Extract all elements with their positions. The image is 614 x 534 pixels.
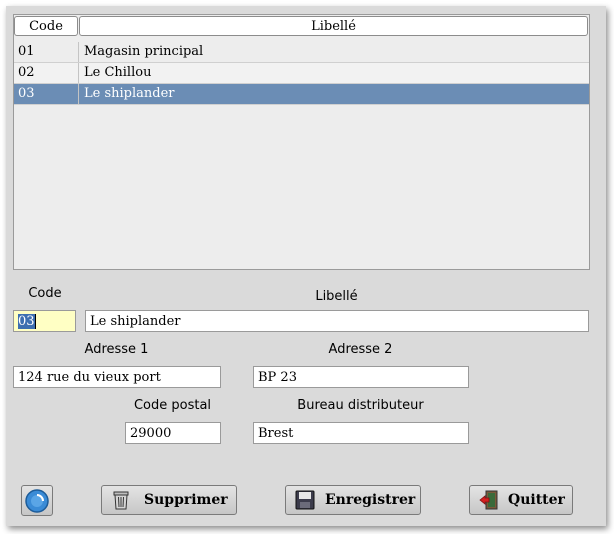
column-header-libelle[interactable]: Libellé	[79, 16, 588, 36]
table-body: 01 Magasin principal 02 Le Chillou 03 Le…	[14, 42, 589, 105]
quitter-label: Quitter	[508, 492, 565, 508]
code-postal-label: Code postal	[133, 398, 212, 413]
quitter-button[interactable]: Quitter	[469, 485, 573, 515]
help-button[interactable]	[21, 485, 53, 516]
column-header-code[interactable]: Code	[14, 16, 78, 36]
code-label: Code	[28, 286, 62, 301]
trash-icon	[113, 491, 129, 510]
enregistrer-label: Enregistrer	[325, 492, 416, 508]
adresse1-label: Adresse 1	[84, 342, 149, 357]
code-field[interactable]: 03	[13, 310, 76, 332]
bureau-label: Bureau distributeur	[297, 398, 424, 413]
libelle-label: Libellé	[315, 289, 358, 304]
adresse2-label: Adresse 2	[328, 342, 393, 357]
supprimer-label: Supprimer	[144, 492, 228, 508]
table-row-selected[interactable]: 03 Le shiplander	[14, 84, 589, 105]
supprimer-button[interactable]: Supprimer	[101, 485, 237, 515]
adresse2-field[interactable]: BP 23	[253, 366, 469, 388]
exit-door-icon	[479, 490, 498, 510]
cell-libelle: Le Chillou	[84, 65, 152, 80]
depot-window: Code Libellé 01 Magasin principal 02 Le …	[6, 6, 606, 526]
table-header: Code Libellé	[14, 15, 589, 37]
code-value: 03	[18, 314, 35, 329]
table-row[interactable]: 01 Magasin principal	[14, 42, 589, 63]
cell-libelle: Le shiplander	[84, 86, 175, 101]
text-caret	[34, 314, 36, 329]
help-icon	[25, 489, 49, 513]
cell-code: 01	[14, 42, 79, 62]
bureau-field[interactable]: Brest	[253, 422, 469, 444]
save-icon	[295, 490, 315, 510]
cell-code: 02	[14, 63, 79, 83]
depots-table: Code Libellé 01 Magasin principal 02 Le …	[13, 14, 590, 270]
code-postal-field[interactable]: 29000	[125, 422, 221, 444]
table-row[interactable]: 02 Le Chillou	[14, 63, 589, 84]
enregistrer-button[interactable]: Enregistrer	[285, 485, 421, 515]
libelle-field[interactable]: Le shiplander	[85, 310, 589, 332]
cell-libelle: Magasin principal	[84, 44, 204, 59]
adresse1-field[interactable]: 124 rue du vieux port	[13, 366, 221, 388]
cell-code: 03	[14, 84, 79, 104]
